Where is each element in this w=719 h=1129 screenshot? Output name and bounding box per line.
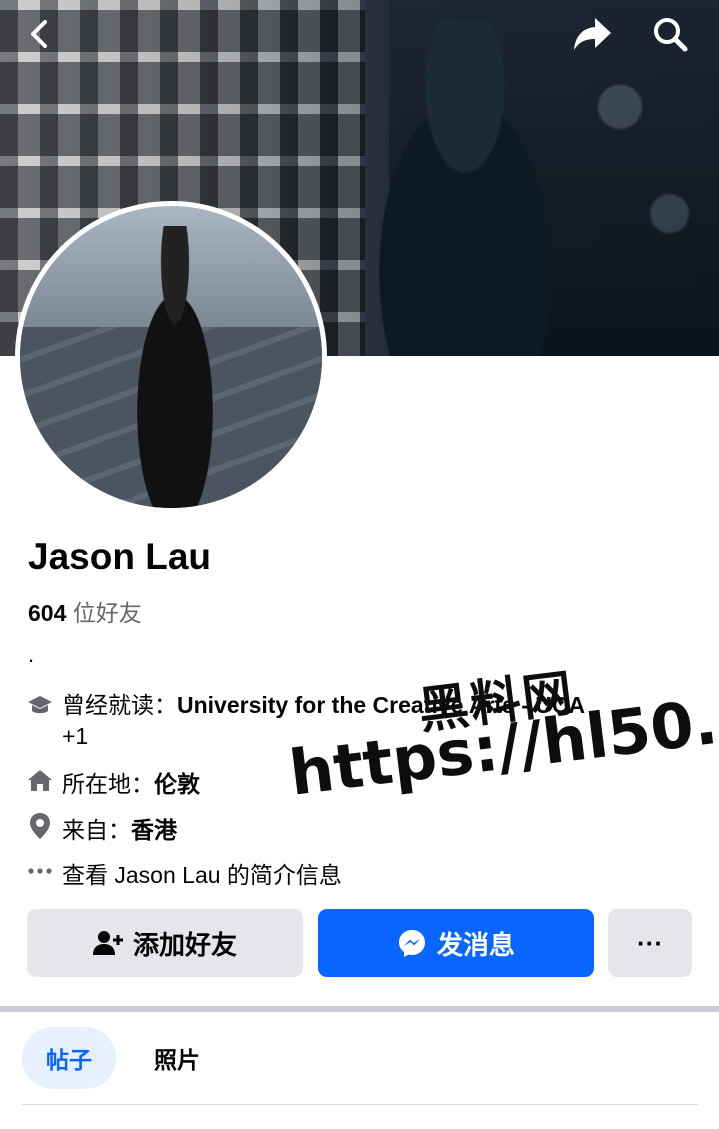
tabs-underline: [22, 1104, 698, 1105]
share-button[interactable]: [570, 12, 614, 56]
see-about-info-link[interactable]: 查看 Jason Lau 的简介信息: [26, 856, 342, 890]
home-icon: [26, 765, 54, 795]
add-friend-label: 添加好友: [132, 929, 237, 960]
friends-count[interactable]: 604 位好友: [28, 594, 142, 628]
tab-posts[interactable]: 帖子: [22, 1027, 116, 1089]
share-arrow-icon: [574, 18, 611, 50]
add-friend-icon: [92, 929, 123, 957]
education-extra: +1: [62, 723, 89, 749]
friends-count-number: 604: [28, 600, 67, 626]
see-about-info-label: 查看 Jason Lau 的简介信息: [62, 862, 342, 888]
section-divider: [0, 1006, 719, 1012]
more-dots-icon: [26, 856, 54, 886]
message-label: 发消息: [436, 929, 515, 960]
tab-photos[interactable]: 照片: [130, 1027, 224, 1089]
friends-count-label: 位好友: [72, 600, 142, 626]
location-pin-icon: [26, 811, 54, 841]
hometown-label: 来自：: [62, 817, 131, 843]
location-label: 所在地：: [62, 771, 154, 797]
hometown-value: 香港: [131, 817, 177, 843]
education-label: 曾经就读：: [62, 692, 177, 718]
cover-figure: [340, 20, 590, 356]
graduation-cap-icon: [26, 690, 54, 720]
more-options-button[interactable]: ···: [608, 909, 692, 977]
info-location[interactable]: 所在地： 伦敦: [26, 765, 200, 799]
more-options-label: ···: [637, 927, 663, 958]
profile-bio: .: [28, 642, 35, 667]
info-hometown[interactable]: 来自： 香港: [26, 811, 177, 845]
chevron-left-icon: [31, 20, 47, 48]
location-value: 伦敦: [154, 771, 200, 797]
profile-name: Jason Lau: [28, 536, 211, 577]
search-button[interactable]: [648, 12, 692, 56]
add-friend-button[interactable]: 添加好友: [27, 909, 303, 977]
avatar-person: [115, 226, 235, 508]
message-button[interactable]: 发消息: [318, 909, 594, 977]
back-button[interactable]: [18, 12, 62, 56]
profile-avatar[interactable]: [15, 201, 327, 513]
search-icon: [654, 18, 688, 52]
messenger-icon: [397, 928, 427, 958]
